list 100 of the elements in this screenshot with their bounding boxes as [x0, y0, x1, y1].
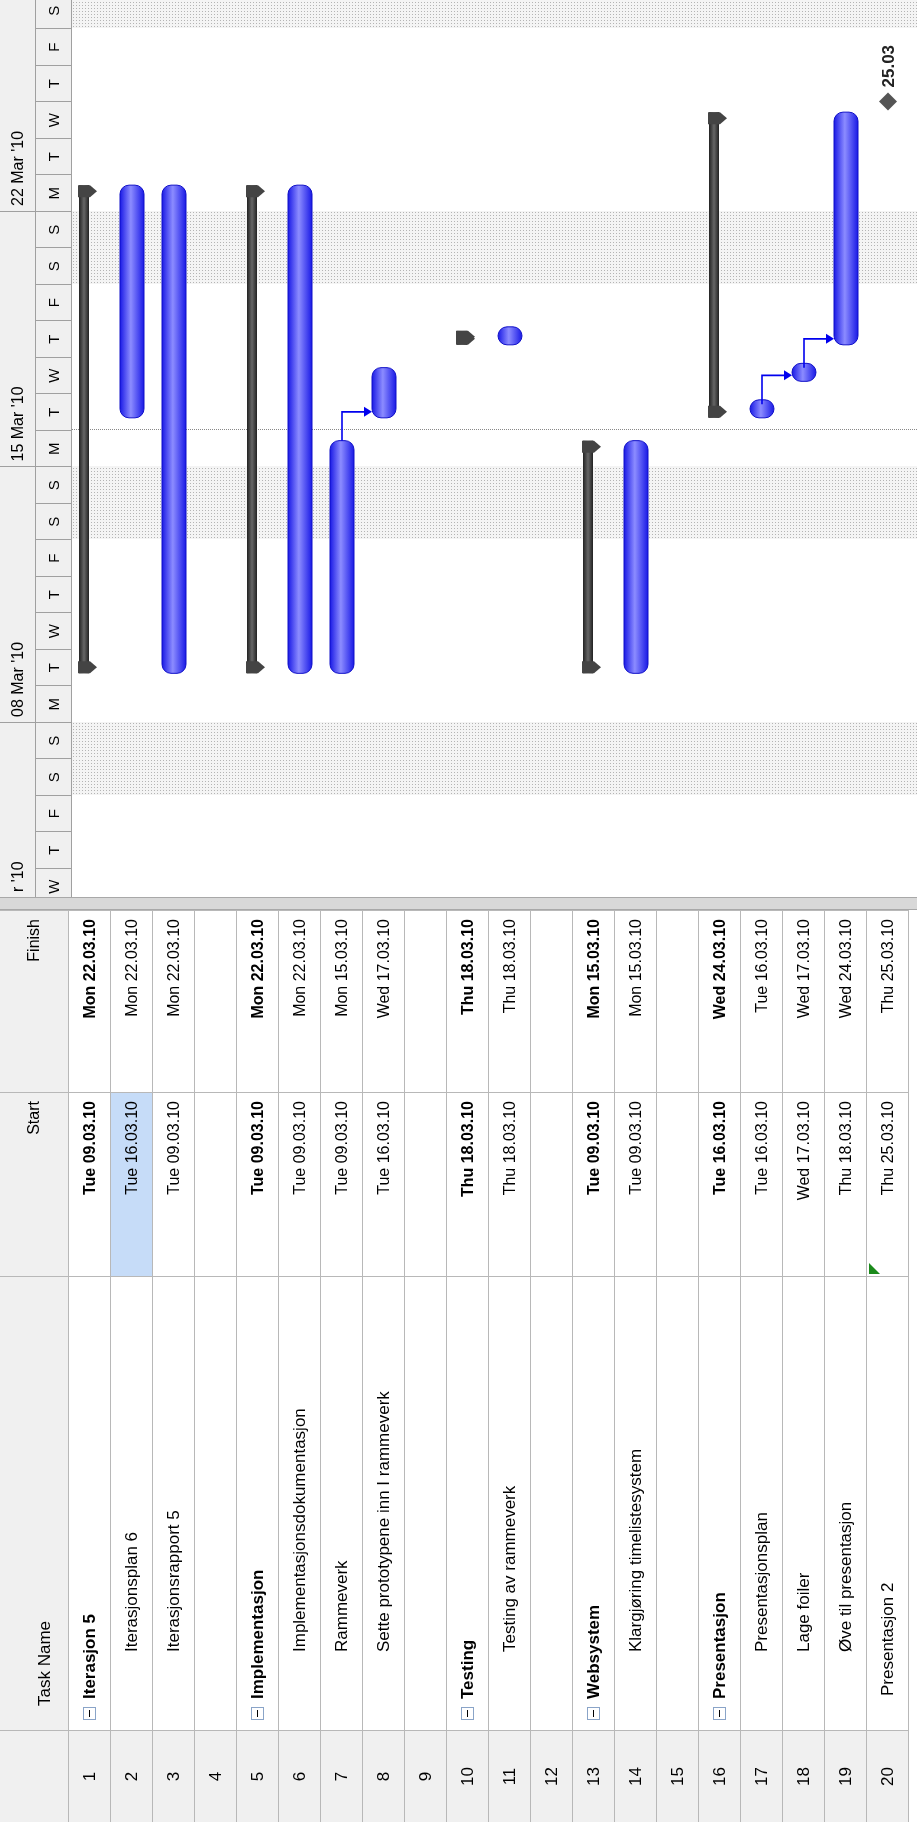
day-label: T — [36, 138, 71, 175]
collapse-toggle-icon[interactable] — [587, 1707, 600, 1720]
row-number[interactable]: 3 — [153, 1730, 195, 1822]
week-label: 22 Mar '10 — [0, 0, 35, 211]
row-number[interactable]: 9 — [405, 1730, 447, 1822]
collapse-toggle-icon[interactable] — [713, 1707, 726, 1720]
summary-bar[interactable] — [246, 185, 265, 674]
row-number[interactable]: 5 — [237, 1730, 279, 1822]
start-cell[interactable]: Tue 09.03.10 — [321, 1092, 363, 1276]
task-name: Iterasjon 5 — [79, 1613, 100, 1699]
row-number[interactable]: 19 — [825, 1730, 867, 1822]
milestone-date: 25.03 — [879, 44, 898, 88]
task-bar[interactable] — [791, 362, 817, 382]
day-label: W — [36, 101, 71, 138]
column-header[interactable]: Task Name — [0, 1276, 69, 1730]
day-label: M — [36, 174, 71, 211]
row-number[interactable]: 16 — [699, 1730, 741, 1822]
dependency-arrow — [761, 370, 792, 405]
task-name: Websystem — [583, 1604, 604, 1699]
collapse-toggle-icon[interactable] — [461, 1707, 474, 1720]
row-number[interactable]: 15 — [657, 1730, 699, 1822]
day-label: W — [36, 868, 71, 897]
row-number[interactable]: 13 — [573, 1730, 615, 1822]
start-cell[interactable]: Thu 18.03.10 — [825, 1092, 867, 1276]
task-name: Rammeverk — [331, 1560, 352, 1652]
task-name: Klargjøring timelistesystem — [625, 1448, 646, 1652]
task-name: Presentasjon — [709, 1592, 730, 1699]
task-name: Iterasjonsrapport 5 — [163, 1510, 184, 1652]
day-label: S — [36, 503, 71, 540]
day-label: S — [36, 0, 71, 29]
start-cell[interactable]: Tue 16.03.10 — [741, 1092, 783, 1276]
week-label: 08 Mar '10 — [0, 466, 35, 722]
summary-bar[interactable] — [582, 440, 601, 674]
day-label: T — [36, 831, 71, 868]
row-number[interactable]: 10 — [447, 1730, 489, 1822]
day-label: W — [36, 357, 71, 394]
week-label: 15 Mar '10 — [0, 211, 35, 467]
start-cell[interactable]: Tue 09.03.10 — [153, 1092, 195, 1276]
task-bar[interactable] — [833, 111, 859, 346]
summary-bar[interactable] — [708, 112, 727, 418]
day-label: F — [36, 28, 71, 65]
summary-bar[interactable] — [78, 185, 97, 674]
task-bar[interactable] — [749, 399, 775, 419]
task-name: Implementasjonsdokumentasjon — [289, 1408, 310, 1652]
day-label: T — [36, 576, 71, 613]
start-cell[interactable]: Tue 16.03.10 — [363, 1092, 405, 1276]
milestone-diamond[interactable] — [879, 92, 897, 111]
start-cell[interactable]: Tue 16.03.10 — [699, 1092, 741, 1276]
task-bar[interactable] — [497, 326, 523, 346]
start-cell[interactable]: Tue 09.03.10 — [615, 1092, 657, 1276]
day-label: F — [36, 284, 71, 321]
task-name: Implementasjon — [247, 1569, 268, 1699]
day-label: S — [36, 466, 71, 503]
row-number[interactable]: 4 — [195, 1730, 237, 1822]
week-label: r '10 — [0, 722, 35, 897]
dependency-arrow — [341, 406, 372, 442]
day-label: S — [36, 247, 71, 284]
row-number[interactable]: 20 — [867, 1730, 909, 1822]
start-cell[interactable]: Tue 09.03.10 — [573, 1092, 615, 1276]
row-number[interactable]: 8 — [363, 1730, 405, 1822]
row-number[interactable]: 2 — [111, 1730, 153, 1822]
column-header[interactable]: Start — [0, 1092, 69, 1276]
start-cell[interactable]: Thu 18.03.10 — [447, 1092, 489, 1276]
start-cell[interactable]: Thu 18.03.10 — [489, 1092, 531, 1276]
start-cell[interactable]: Tue 09.03.10 — [279, 1092, 321, 1276]
day-label: M — [36, 685, 71, 722]
task-name: Iterasjonsplan 6 — [121, 1531, 142, 1652]
row-number[interactable]: 1 — [69, 1730, 111, 1822]
day-label: F — [36, 795, 71, 832]
row-number[interactable]: 12 — [531, 1730, 573, 1822]
row-number[interactable]: 6 — [279, 1730, 321, 1822]
start-cell[interactable]: Wed 17.03.10 — [783, 1092, 825, 1276]
dependency-arrow — [803, 333, 834, 369]
task-name: Øve til presentasjon — [835, 1501, 856, 1652]
start-cell[interactable]: Tue 16.03.10 — [111, 1092, 153, 1276]
row-number[interactable]: 14 — [615, 1730, 657, 1822]
task-bar[interactable] — [119, 184, 145, 419]
row-number[interactable]: 17 — [741, 1730, 783, 1822]
day-label: M — [36, 430, 71, 467]
row-number[interactable]: 18 — [783, 1730, 825, 1822]
collapse-toggle-icon[interactable] — [83, 1707, 96, 1720]
day-label: T — [36, 65, 71, 102]
row-number[interactable]: 11 — [489, 1730, 531, 1822]
row-number[interactable]: 7 — [321, 1730, 363, 1822]
day-label: S — [36, 211, 71, 248]
task-name: Lage foiler — [793, 1572, 814, 1652]
day-label: F — [36, 539, 71, 576]
day-label: S — [36, 722, 71, 759]
day-label: W — [36, 612, 71, 649]
task-name: Sette prototypene inn I rammeverk — [373, 1391, 394, 1652]
task-name: Presentasjon 2 — [877, 1582, 898, 1696]
column-header[interactable]: Finish — [0, 910, 69, 1092]
day-label: T — [36, 649, 71, 686]
task-name: Testing — [457, 1639, 478, 1699]
summary-bar[interactable] — [456, 330, 475, 345]
collapse-toggle-icon[interactable] — [251, 1707, 264, 1720]
day-label: T — [36, 393, 71, 430]
start-cell[interactable]: Tue 09.03.10 — [237, 1092, 279, 1276]
task-bar[interactable] — [371, 367, 397, 419]
start-cell[interactable]: Thu 25.03.10 — [867, 1092, 909, 1276]
